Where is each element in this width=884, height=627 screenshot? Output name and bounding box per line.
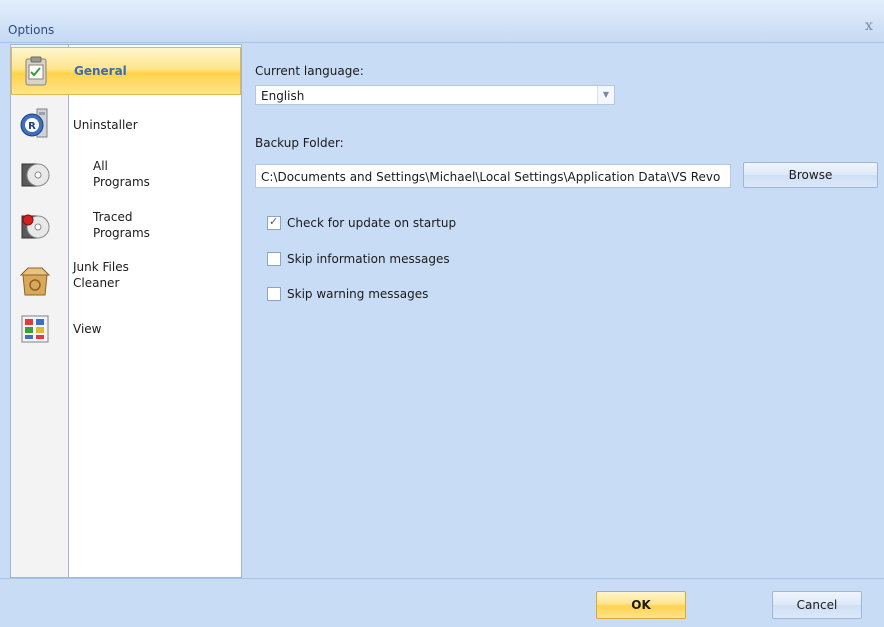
sidebar-item-label: Traced [93, 210, 133, 224]
sidebar-item-label: General [74, 64, 127, 78]
language-label: Current language: [255, 64, 364, 78]
browse-button[interactable]: Browse [743, 162, 878, 188]
language-dropdown[interactable]: English ▼ [255, 85, 615, 105]
sidebar-item-uninstaller[interactable]: R Uninstaller [11, 99, 241, 149]
check-update-checkbox[interactable]: ✓ [267, 215, 281, 230]
dialog-footer: OK Cancel [0, 578, 884, 627]
sidebar-item-traced-programs[interactable]: Traced Programs [11, 203, 241, 253]
backup-folder-input[interactable]: C:\Documents and Settings\Michael\Local … [255, 164, 731, 188]
sidebar-item-label: Uninstaller [73, 118, 138, 132]
sidebar-item-label: View [73, 322, 102, 336]
check-update-option[interactable]: ✓ Check for update on startup [267, 215, 567, 232]
sidebar: General R Uninstaller All Programs Trace… [10, 44, 242, 578]
sidebar-item-all-programs[interactable]: All Programs [11, 151, 241, 201]
chevron-down-icon[interactable]: ▼ [597, 86, 614, 104]
sidebar-item-label: Cleaner [73, 276, 120, 290]
cancel-button[interactable]: Cancel [772, 591, 862, 619]
clipboard-check-icon [25, 56, 47, 86]
uninstaller-icon: R [20, 108, 48, 138]
sidebar-item-label: Programs [93, 175, 150, 189]
options-window: Options x General R Uninstaller All Prog… [0, 0, 884, 627]
skip-info-option[interactable]: Skip information messages [267, 252, 567, 268]
backup-folder-value: C:\Documents and Settings\Michael\Local … [261, 170, 721, 184]
window-title: Options [8, 23, 55, 37]
skip-warning-label: Skip warning messages [287, 287, 429, 301]
recycle-box-icon [19, 267, 51, 296]
ok-button[interactable]: OK [596, 591, 686, 619]
sidebar-item-view[interactable]: View [11, 309, 241, 349]
view-grid-icon [21, 315, 49, 343]
language-value: English [261, 89, 305, 103]
sidebar-item-label: All [93, 159, 108, 173]
cd-box-icon [21, 163, 50, 187]
checkmark-icon: ✓ [269, 215, 279, 228]
traced-cd-icon [21, 214, 50, 239]
sidebar-item-junk-files-cleaner[interactable]: Junk Files Cleaner [11, 255, 241, 307]
backup-folder-label: Backup Folder: [255, 136, 344, 150]
client-area: General R Uninstaller All Programs Trace… [10, 44, 884, 578]
skip-warning-checkbox[interactable] [267, 287, 281, 301]
check-update-label: Check for update on startup [287, 216, 457, 230]
close-icon[interactable]: x [862, 19, 876, 33]
sidebar-item-label: Junk Files [73, 260, 129, 274]
title-bar[interactable]: Options x [0, 0, 884, 43]
sidebar-item-label: Programs [93, 226, 150, 240]
skip-info-label: Skip information messages [287, 252, 450, 266]
skip-warning-option[interactable]: Skip warning messages [267, 287, 567, 303]
general-settings-pane: Current language: English ▼ Backup Folde… [255, 44, 884, 576]
svg-text:R: R [28, 121, 36, 132]
skip-info-checkbox[interactable] [267, 252, 281, 266]
sidebar-item-general[interactable]: General [11, 47, 241, 95]
